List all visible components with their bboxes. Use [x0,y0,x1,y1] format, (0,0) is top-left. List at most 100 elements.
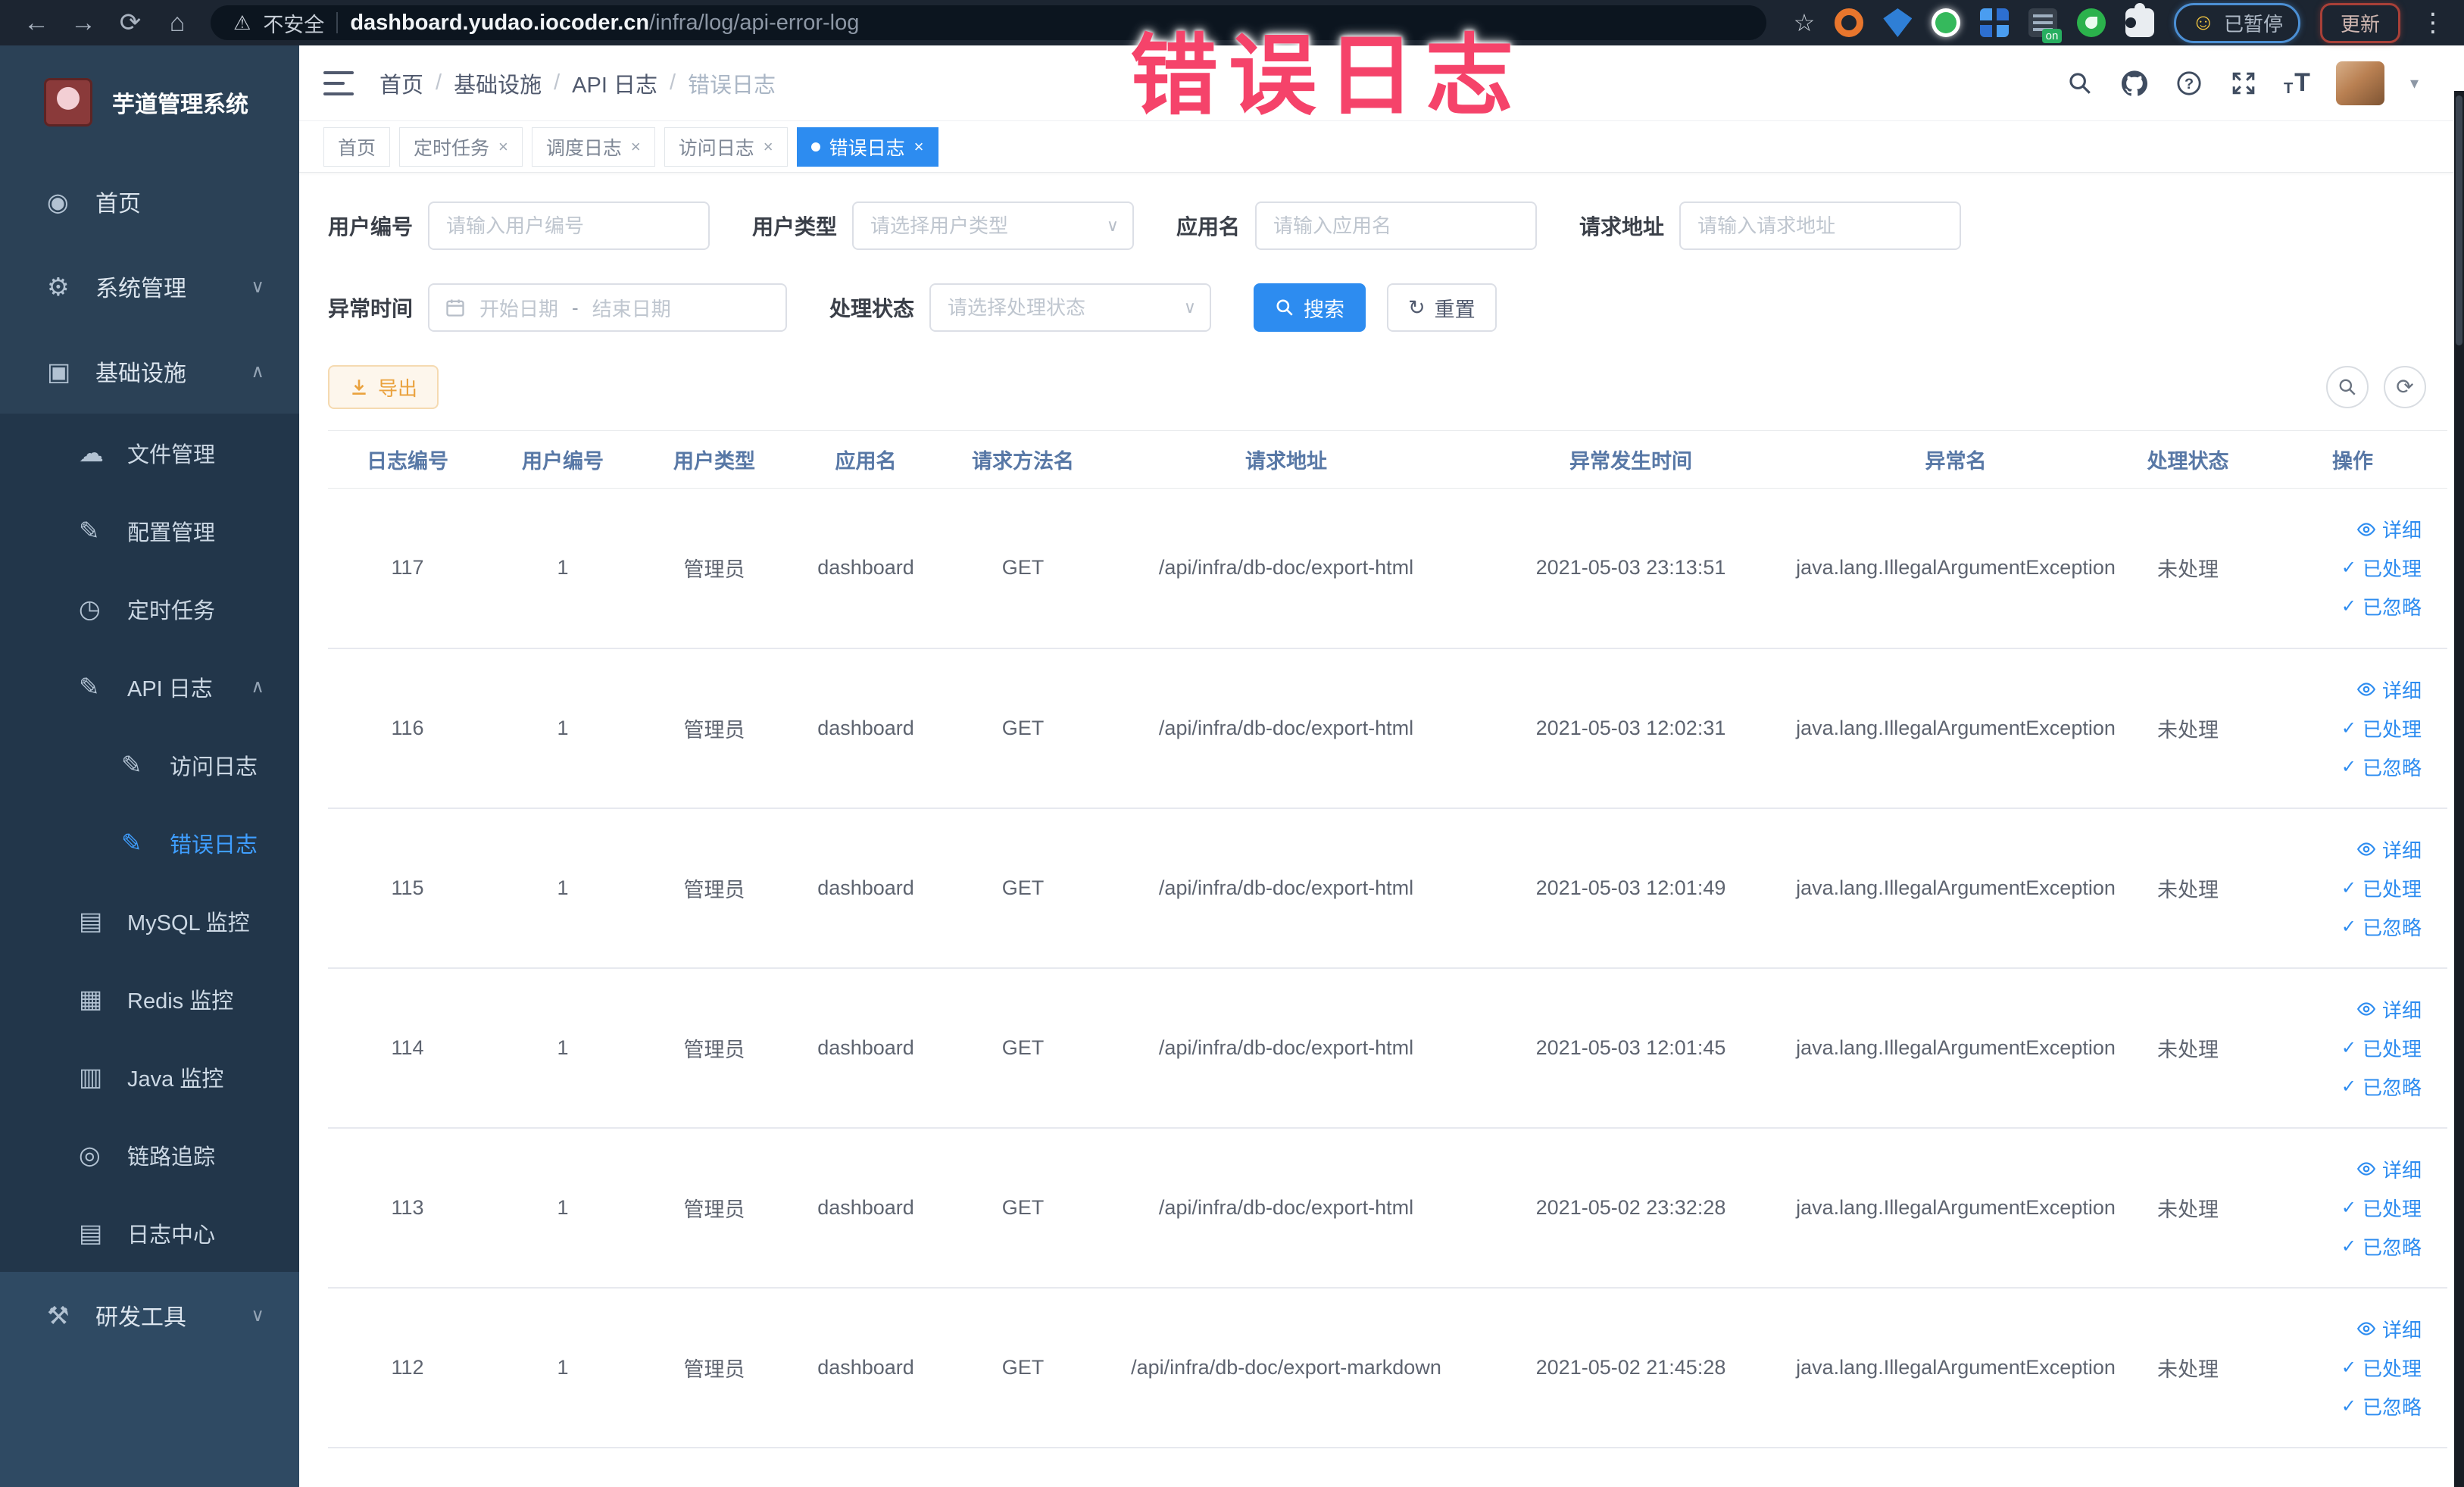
check-icon: ✓ [2341,1076,2356,1097]
mark-processed-link[interactable]: ✓ 已处理 [2258,1194,2422,1222]
tab-schedule-log[interactable]: 调度日志 × [531,127,655,167]
breadcrumb-home[interactable]: 首页 [379,67,423,99]
avatar[interactable] [2335,61,2384,105]
tab-access-log[interactable]: 访问日志 × [664,127,788,167]
mark-ignored-link[interactable]: ✓ 已忽略 [2258,592,2422,620]
sidebar-item-config-management[interactable]: ✎ 配置管理 [0,492,299,570]
fullscreen-icon[interactable] [2229,69,2258,98]
address-bar[interactable]: ⚠ 不安全 dashboard.yudao.iocoder.cn/infra/l… [211,5,1766,40]
reload-icon[interactable]: ⟳ [111,8,150,38]
tab-home[interactable]: 首页 [323,127,391,167]
paused-badge[interactable]: ☺ 已暂停 [2174,2,2300,43]
request-url-label: 请求地址 [1579,215,1665,239]
font-size-icon[interactable]: TT [2284,68,2310,98]
request-url-input[interactable] [1679,201,1962,250]
extension-icon-onetab[interactable] [2028,8,2063,43]
mark-ignored-link[interactable]: ✓ 已忽略 [2258,1073,2422,1101]
detail-link[interactable]: 详细 [2258,836,2422,864]
sidebar-item-infra[interactable]: ▣ 基础设施 ∧ [0,329,299,414]
breadcrumb-api-log[interactable]: API 日志 [572,67,657,99]
tab-error-log[interactable]: 错误日志 × [796,127,938,167]
sidebar-item-api-log[interactable]: ✎ API 日志 ∧ [0,648,299,726]
mark-ignored-link[interactable]: ✓ 已忽略 [2258,913,2422,941]
user-type-select[interactable]: ∨ [852,201,1135,250]
sidebar-item-mysql-monitor[interactable]: ▤ MySQL 监控 [0,882,299,960]
close-icon[interactable]: × [914,137,924,157]
browser-menu-icon[interactable]: ⋮ [2420,8,2447,38]
cell-app-name: dashboard [790,1287,942,1448]
security-warning-icon[interactable]: ⚠ [233,11,251,35]
extensions-puzzle-icon[interactable] [2125,3,2155,37]
reset-button[interactable]: ↻ 重置 [1387,283,1497,332]
close-icon[interactable]: × [631,137,641,157]
close-icon[interactable]: × [764,137,773,157]
extension-icon-grid[interactable] [1980,8,2010,37]
url-domain: dashboard.yudao.iocoder.cn [350,10,650,35]
sidebar-item-system[interactable]: ⚙ 系统管理 ∨ [0,244,299,329]
sidebar-item-scheduled-tasks[interactable]: ◷ 定时任务 [0,570,299,648]
chevron-up-icon: ∧ [251,676,264,697]
mark-ignored-link[interactable]: ✓ 已忽略 [2258,1232,2422,1261]
app-logo-row[interactable]: 芋道管理系统 [0,45,299,159]
tab-scheduled-tasks[interactable]: 定时任务 × [399,127,523,167]
forward-icon[interactable]: → [64,8,103,38]
browser-scrollbar[interactable] [2454,91,2464,1487]
cell-user-id: 1 [487,488,639,649]
sidebar-item-tracing[interactable]: ◎ 链路追踪 [0,1116,299,1194]
cell-log-id: 113 [328,1127,487,1289]
mark-processed-link[interactable]: ✓ 已处理 [2258,554,2422,582]
mark-processed-link[interactable]: ✓ 已处理 [2258,714,2422,742]
update-button[interactable]: 更新 [2319,2,2400,43]
download-icon [352,380,366,395]
refresh-table-button[interactable]: ⟳ [2384,366,2426,408]
eye-icon [2356,842,2376,856]
help-icon[interactable]: ? [2175,69,2203,98]
export-button[interactable]: 导出 [328,365,439,409]
detail-link[interactable]: 详细 [2258,1155,2422,1183]
github-icon[interactable] [2120,69,2149,98]
col-user-id: 用户编号 [487,430,639,489]
mark-ignored-link[interactable]: ✓ 已忽略 [2258,1392,2422,1420]
back-icon[interactable]: ← [17,8,56,38]
sidebar-item-java-monitor[interactable]: ▥ Java 监控 [0,1038,299,1116]
detail-link[interactable]: 详细 [2258,676,2422,704]
extension-icon-green-ring[interactable] [1932,8,1961,37]
check-icon: ✓ [2341,1395,2356,1417]
detail-link[interactable]: 详细 [2258,995,2422,1023]
bookmark-star-icon[interactable]: ☆ [1794,8,1816,37]
toggle-search-button[interactable] [2326,366,2369,408]
sidebar-item-redis-monitor[interactable]: ▦ Redis 监控 [0,960,299,1038]
home-icon[interactable]: ⌂ [158,8,197,38]
user-id-input[interactable] [428,201,710,250]
extension-icon-orange[interactable] [1835,8,1864,37]
detail-link[interactable]: 详细 [2258,515,2422,543]
mark-processed-link[interactable]: ✓ 已处理 [2258,1034,2422,1062]
scrollbar-thumb[interactable] [2456,95,2462,345]
search-icon[interactable] [2066,69,2094,98]
exception-time-range-picker[interactable]: 开始日期 - 结束日期 [428,283,788,332]
sidebar-toggle-icon[interactable] [323,70,354,95]
cell-log-id: 112 [328,1287,487,1448]
mark-processed-link[interactable]: ✓ 已处理 [2258,874,2422,902]
sidebar-item-file-management[interactable]: ☁ 文件管理 [0,414,299,492]
refresh-icon: ⟳ [2396,375,2414,398]
sidebar-item-home[interactable]: ◉ 首页 [0,159,299,244]
sidebar-item-access-log[interactable]: ✎ 访问日志 [0,726,299,804]
mark-processed-link[interactable]: ✓ 已处理 [2258,1354,2422,1382]
detail-link[interactable]: 详细 [2258,1315,2422,1343]
security-label: 不安全 [263,13,325,36]
extension-icon-blue-gem[interactable] [1883,8,1913,37]
user-menu-caret-icon[interactable]: ▾ [2410,73,2419,93]
mark-ignored-link[interactable]: ✓ 已忽略 [2258,753,2422,781]
process-status-select[interactable]: ∨ [929,283,1212,332]
breadcrumb-infra[interactable]: 基础设施 [454,67,542,99]
table-row: 115 1 管理员 dashboard GET /api/infra/db-do… [328,808,2447,969]
sidebar-item-error-log[interactable]: ✎ 错误日志 [0,804,299,882]
sidebar-item-dev-tools[interactable]: ⚒ 研发工具 ∨ [0,1272,299,1358]
log-center-icon: ▤ [79,1219,103,1247]
search-button[interactable]: 搜索 [1254,283,1366,332]
app-name-input[interactable] [1255,201,1538,250]
close-icon[interactable]: × [498,137,508,157]
extension-icon-green-leaf[interactable] [2077,8,2106,37]
sidebar-item-log-center[interactable]: ▤ 日志中心 [0,1194,299,1272]
